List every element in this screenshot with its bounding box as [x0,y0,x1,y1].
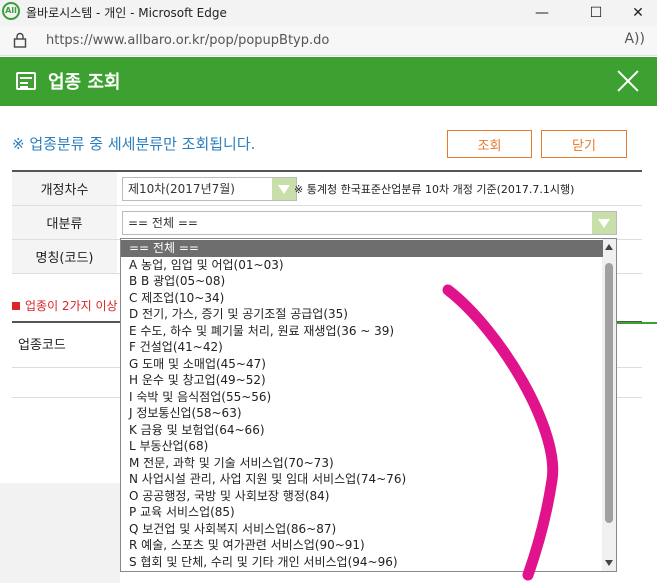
dropdown-option[interactable]: K 금융 및 보험업(64~66) [121,422,603,439]
divider [612,322,657,324]
revision-hint: ※ 통계청 한국표준산업분류 10차 개정 기준(2017.7.1시행) [294,183,575,196]
dropdown-option[interactable]: P 교육 서비스업(85) [121,504,603,521]
dropdown-option[interactable]: E 수도, 하수 및 폐기물 처리, 원료 재생업(36 ~ 39) [121,323,603,340]
close-button[interactable]: 닫기 [541,130,627,158]
dropdown-option[interactable]: B B 광업(05~08) [121,273,603,290]
dropdown-option[interactable]: G 도매 및 소매업(45~47) [121,356,603,373]
chevron-down-icon [592,212,616,234]
scrollbar-thumb[interactable] [605,263,613,523]
window-list-icon [16,72,36,90]
minimize-button[interactable]: — [519,0,565,26]
major-category-label: 대분류 [12,206,117,239]
major-category-value: == 전체 == [128,216,198,230]
major-category-dropdown-list[interactable]: == 전체 == A 농업, 임업 및 어업(01~03) B B 광업(05~08… [120,238,617,572]
dropdown-option[interactable]: D 전기, 가스, 증기 및 공기조절 공급업(35) [121,306,603,323]
dropdown-option[interactable]: N 사업시설 관리, 사업 지원 및 임대 서비스업(74~76) [121,471,603,488]
dropdown-option[interactable]: I 숙박 및 음식점업(55~56) [121,389,603,406]
major-category-row: 대분류 == 전체 == [12,206,642,240]
popup-header: 업종 조회 [0,57,657,106]
maximize-button[interactable]: ☐ [573,0,619,26]
dropdown-option[interactable]: S 협회 및 단체, 수리 및 기타 개인 서비스업(94~96) [121,554,603,571]
dropdown-option[interactable]: F 건설업(41~42) [121,339,603,356]
dropdown-option[interactable]: M 전문, 과학 및 기술 서비스업(70~73) [121,455,603,472]
dropdown-option[interactable]: J 정보통신업(58~63) [121,405,603,422]
chevron-down-icon [272,178,296,200]
major-category-select[interactable]: == 전체 == [122,211,617,235]
dropdown-option[interactable]: R 예술, 스포츠 및 여가관련 서비스업(90~91) [121,537,603,554]
page-background [0,483,120,583]
revision-row: 개정차수 제10차(2017년7월) ※ 통계청 한국표준산업분류 10차 개정… [12,172,642,206]
scrollbar[interactable] [602,239,616,571]
revision-value: 제10차(2017년7월) [128,182,235,196]
notice-text: ※ 업종분류 중 세세분류만 조회됩니다. [12,135,256,153]
dropdown-option[interactable]: O 공공행정, 국방 및 사회보장 행정(84) [121,488,603,505]
dropdown-option[interactable]: C 제조업(10~34) [121,290,603,307]
scroll-up-icon[interactable] [605,244,613,250]
warning-square-icon [12,302,20,310]
warning-text: 업종이 2가지 이상 [12,297,118,314]
name-code-label: 명칭(코드) [12,240,117,273]
window-close-button[interactable]: ✕ [615,0,657,26]
window-title: 올바로시스템 - 개인 - Microsoft Edge [26,6,227,20]
address-bar: https://www.allbaro.or.kr/pop/popupBtyp.… [0,26,657,56]
read-aloud-icon[interactable]: A)) [624,31,645,47]
lock-icon [13,32,27,48]
revision-label: 개정차수 [12,172,117,205]
dropdown-option[interactable]: L 부동산업(68) [121,438,603,455]
window-titlebar: All 올바로시스템 - 개인 - Microsoft Edge — ☐ ✕ [0,0,657,26]
url-text[interactable]: https://www.allbaro.or.kr/pop/popupBtyp.… [46,33,329,48]
popup-close-icon[interactable] [613,66,643,96]
dropdown-option[interactable]: A 농업, 임업 및 어업(01~03) [121,257,603,274]
popup-title: 업종 조회 [48,72,121,93]
scroll-down-icon[interactable] [605,560,613,566]
dropdown-option[interactable]: H 운수 및 창고업(49~52) [121,372,603,389]
dropdown-option[interactable]: Q 보건업 및 사회복지 서비스업(86~87) [121,521,603,538]
revision-select[interactable]: 제10차(2017년7월) [122,177,297,201]
app-logo-icon: All [2,2,20,20]
search-button[interactable]: 조회 [447,130,532,158]
dropdown-option[interactable]: == 전체 == [121,240,603,257]
